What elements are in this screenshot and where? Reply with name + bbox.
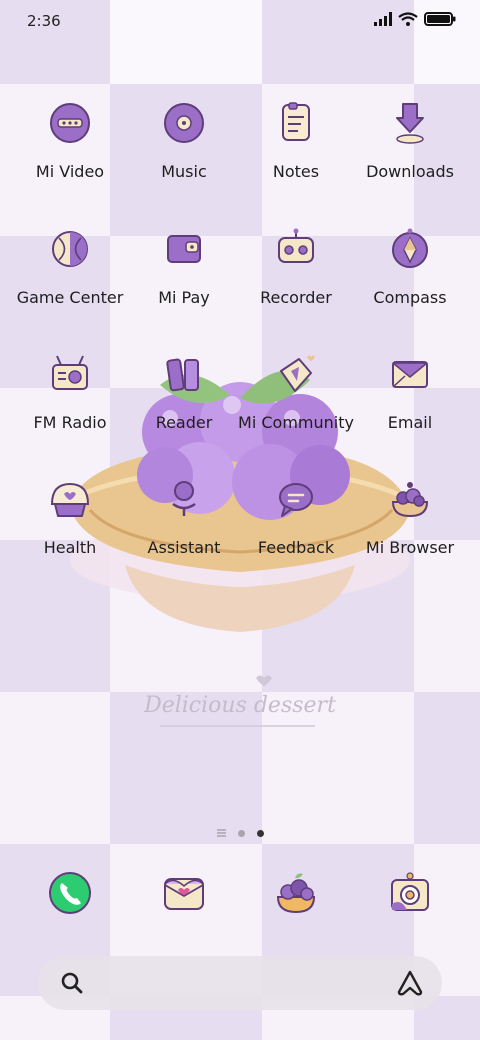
battery-icon	[424, 12, 456, 26]
app-music[interactable]: Music	[124, 100, 244, 181]
book-icon	[166, 358, 199, 392]
app-notes[interactable]: Notes	[236, 100, 356, 181]
dock-themes[interactable]	[236, 870, 356, 916]
app-fm-radio[interactable]: FM Radio	[10, 351, 130, 432]
game-icon	[52, 231, 88, 267]
app-label: Mi Pay	[158, 288, 210, 307]
wifi-icon	[398, 12, 418, 26]
app-label: FM Radio	[33, 413, 107, 432]
app-feedback[interactable]: Feedback	[236, 476, 356, 557]
app-mi-community[interactable]: Mi Community	[236, 351, 356, 432]
app-label: Health	[43, 538, 97, 557]
app-label: Compass	[373, 288, 447, 307]
feedback-icon	[279, 483, 313, 517]
app-label: Reader	[155, 413, 213, 432]
page-dot-active[interactable]	[256, 829, 264, 837]
app-mi-browser[interactable]: Mi Browser	[350, 476, 470, 557]
wallpaper-caption: Delicious dessert	[143, 693, 336, 718]
app-label: Mi Video	[35, 162, 105, 181]
app-assistant[interactable]: Assistant	[124, 476, 244, 557]
app-game-center[interactable]: Game Center	[10, 226, 130, 307]
app-label: Mi Community	[238, 413, 354, 432]
community-icon	[280, 355, 315, 392]
app-label: Game Center	[16, 288, 124, 307]
app-health[interactable]: Health	[10, 476, 130, 557]
app-label: Mi Browser	[365, 538, 455, 557]
health-icon	[50, 482, 90, 517]
app-compass[interactable]: Compass	[350, 226, 470, 307]
search-bar[interactable]	[38, 956, 442, 1010]
video-icon	[50, 103, 90, 143]
recorder-icon	[278, 228, 314, 263]
assistant-logo-icon[interactable]	[396, 969, 424, 997]
wallet-icon	[167, 235, 201, 263]
app-label: Music	[161, 162, 207, 181]
themes-icon	[276, 873, 316, 914]
app-label: Email	[387, 413, 433, 432]
phone-icon	[49, 872, 91, 914]
dock	[0, 870, 480, 918]
notes-icon	[282, 102, 310, 141]
app-email[interactable]: Email	[350, 351, 470, 432]
clock: 2:36	[27, 12, 61, 30]
camera-icon	[391, 872, 429, 911]
page-indicator[interactable]	[0, 829, 480, 837]
page-dot[interactable]	[237, 829, 245, 837]
app-mi-video[interactable]: Mi Video	[10, 100, 130, 181]
status-bar: 2:36	[0, 0, 480, 44]
app-recorder[interactable]: Recorder	[236, 226, 356, 307]
app-label: Assistant	[147, 538, 221, 557]
signal-icon	[374, 12, 392, 26]
dock-messages[interactable]	[124, 870, 244, 916]
app-mi-pay[interactable]: Mi Pay	[124, 226, 244, 307]
dock-camera[interactable]	[350, 870, 470, 916]
browser-icon	[391, 482, 429, 518]
music-icon	[164, 103, 204, 143]
app-reader[interactable]: Reader	[124, 351, 244, 432]
dock-phone[interactable]	[10, 870, 130, 916]
mail-icon	[392, 361, 428, 388]
home-screen: Delicious dessert 2:36 Mi Video Music No…	[0, 0, 480, 1040]
assistant-icon	[172, 481, 196, 516]
app-label: Notes	[272, 162, 320, 181]
search-icon[interactable]	[60, 971, 84, 995]
radio-icon	[52, 355, 88, 390]
app-downloads[interactable]: Downloads	[350, 100, 470, 181]
app-label: Feedback	[257, 538, 335, 557]
download-icon	[396, 103, 424, 144]
menu-lines-icon	[216, 829, 226, 837]
app-label: Downloads	[366, 162, 454, 181]
message-icon	[164, 878, 204, 910]
compass-icon	[392, 228, 428, 268]
app-label: Recorder	[260, 288, 332, 307]
